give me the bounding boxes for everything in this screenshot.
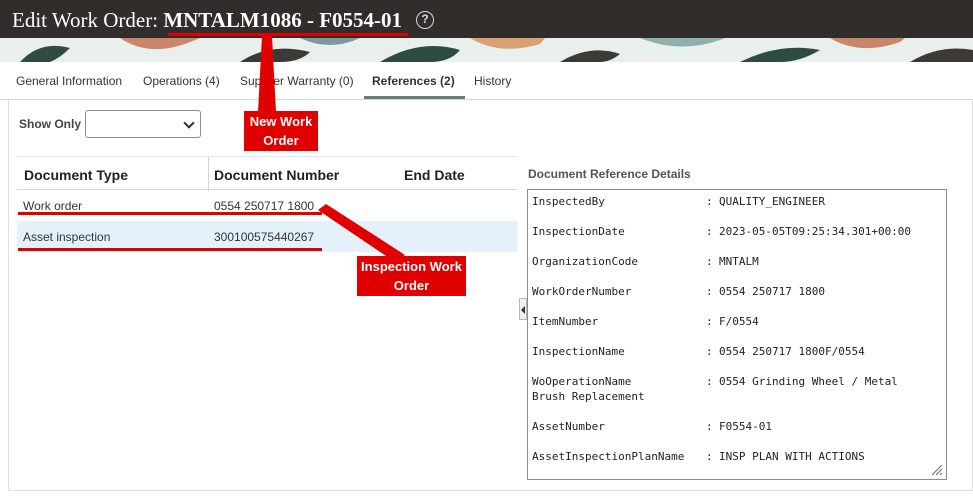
table-header: Document Type Document Number End Date <box>17 156 517 191</box>
table-row[interactable]: Work order 0554 250717 1800 <box>17 190 517 221</box>
detail-separator: : <box>706 345 713 358</box>
document-type-cell: Work order <box>23 199 83 213</box>
detail-key: WoOperationName <box>532 375 632 388</box>
detail-key: OrganizationCode <box>532 255 638 268</box>
show-only-label: Show Only <box>19 117 82 131</box>
tab-operations[interactable]: Operations (4) <box>143 74 220 88</box>
page-title-prefix: Edit Work Order: <box>12 8 164 32</box>
column-header-document-type[interactable]: Document Type <box>24 167 128 183</box>
work-order-identifier: MNTALM1086 - F0554-01 <box>163 8 403 32</box>
detail-separator: : <box>706 315 713 328</box>
detail-value: 0554 Grinding Wheel / Metal <box>719 375 898 388</box>
detail-value: 0554 250717 1800F/0554 <box>719 345 865 358</box>
decorative-banner <box>0 38 973 62</box>
detail-key: AssetInspectionPlanName <box>532 450 685 463</box>
detail-value: 0554 250717 1800 <box>719 285 825 298</box>
detail-value: F/0554 <box>719 315 759 328</box>
column-header-end-date[interactable]: End Date <box>404 167 465 183</box>
detail-key: WorkOrderNumber <box>532 285 632 298</box>
detail-key-continued: Brush Replacement <box>532 390 645 403</box>
detail-separator: : <box>706 225 713 238</box>
detail-separator: : <box>706 420 713 433</box>
detail-value: 2023-05-05T09:25:34.301+00:00 <box>719 225 912 238</box>
detail-key: InspectionName <box>532 345 625 358</box>
references-table: Document Type Document Number End Date W… <box>17 156 517 252</box>
document-type-cell: Asset inspection <box>23 230 111 244</box>
page-title: Edit Work Order: MNTALM1086 - F0554-01 <box>12 8 402 33</box>
detail-separator: : <box>706 375 713 388</box>
help-icon[interactable]: ? <box>416 11 434 29</box>
resize-grip-icon[interactable] <box>931 464 943 476</box>
column-divider <box>208 157 209 191</box>
detail-separator: : <box>706 255 713 268</box>
tab-history[interactable]: History <box>474 74 511 88</box>
tab-references[interactable]: References (2) <box>372 74 455 88</box>
detail-separator: : <box>706 450 713 463</box>
detail-value: F0554-01 <box>719 420 772 433</box>
document-number-cell: 0554 250717 1800 <box>214 199 315 213</box>
detail-value: MNTALM <box>719 255 759 268</box>
callout-line: New Work <box>249 114 313 129</box>
detail-value: INSP PLAN WITH ACTIONS <box>719 450 865 463</box>
callout-inspection-work-order: Inspection Work Order <box>357 256 466 296</box>
detail-separator: : <box>706 285 713 298</box>
callout-line: Order <box>393 278 430 293</box>
details-title: Document Reference Details <box>528 167 691 181</box>
tab-supplier-warranty[interactable]: Supplier Warranty (0) <box>240 74 354 88</box>
detail-key: ItemNumber <box>532 315 599 328</box>
collapse-pane-handle[interactable] <box>519 298 527 320</box>
detail-key: InspectedBy <box>532 195 605 208</box>
detail-key: AssetNumber <box>532 420 605 433</box>
underline-work-order-row <box>18 212 322 215</box>
document-reference-details[interactable]: InspectedBy : QUALITY_ENGINEER Inspectio… <box>527 189 947 480</box>
underline-work-order-title <box>168 33 408 36</box>
detail-value: QUALITY_ENGINEER <box>719 195 825 208</box>
detail-separator: : <box>706 195 713 208</box>
tab-bar: General Information Operations (4) Suppl… <box>0 62 973 100</box>
underline-asset-inspection-row <box>18 248 322 251</box>
document-number-cell: 300100575440267 <box>214 230 315 244</box>
callout-new-work-order: New Work Order <box>244 111 318 151</box>
column-header-document-number[interactable]: Document Number <box>214 167 339 183</box>
chevron-down-icon <box>183 117 195 129</box>
callout-line: Order <box>263 133 299 148</box>
tab-general-information[interactable]: General Information <box>16 74 122 88</box>
page-header: Edit Work Order: MNTALM1086 - F0554-01 ? <box>0 0 973 38</box>
callout-line: Inspection Work <box>361 259 462 274</box>
show-only-select[interactable] <box>85 110 201 138</box>
detail-key: InspectionDate <box>532 225 625 238</box>
